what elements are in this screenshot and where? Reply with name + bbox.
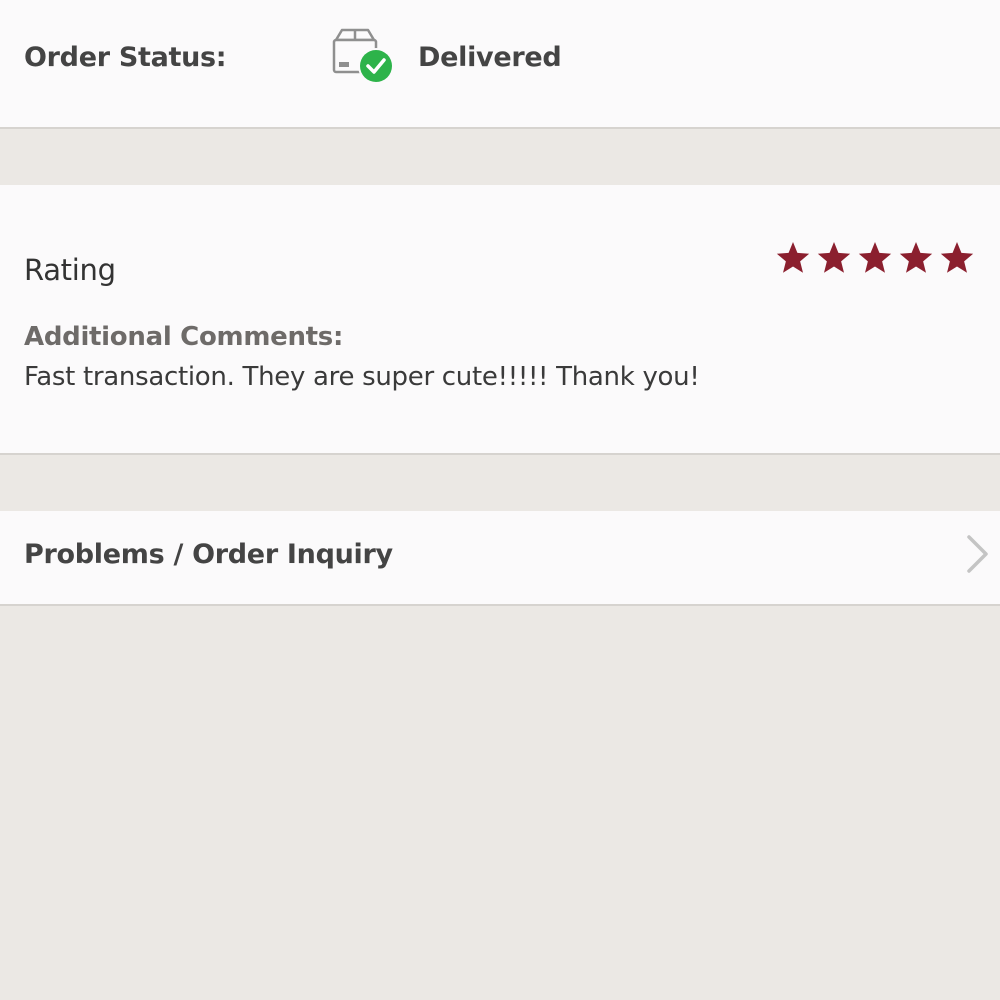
rating-card: Rating Additional Comments: Fast transac… [0, 185, 1000, 455]
order-inquiry-row[interactable]: Problems / Order Inquiry [0, 511, 1000, 606]
order-status-card: Order Status: Delivered [0, 0, 1000, 129]
chevron-right-icon [967, 535, 988, 573]
order-status-label: Order Status: [24, 42, 227, 73]
box-delivered-icon [332, 28, 394, 84]
star-icon [776, 242, 810, 273]
order-status-value: Delivered [418, 42, 562, 73]
star-icon [858, 242, 892, 273]
rating-stars [776, 242, 974, 273]
star-icon [899, 242, 933, 273]
rating-label: Rating [24, 253, 116, 287]
additional-comments-label: Additional Comments: [24, 322, 344, 352]
star-icon [940, 242, 974, 273]
additional-comments-text: Fast transaction. They are super cute!!!… [24, 362, 700, 392]
star-icon [817, 242, 851, 273]
order-inquiry-label: Problems / Order Inquiry [24, 539, 393, 570]
